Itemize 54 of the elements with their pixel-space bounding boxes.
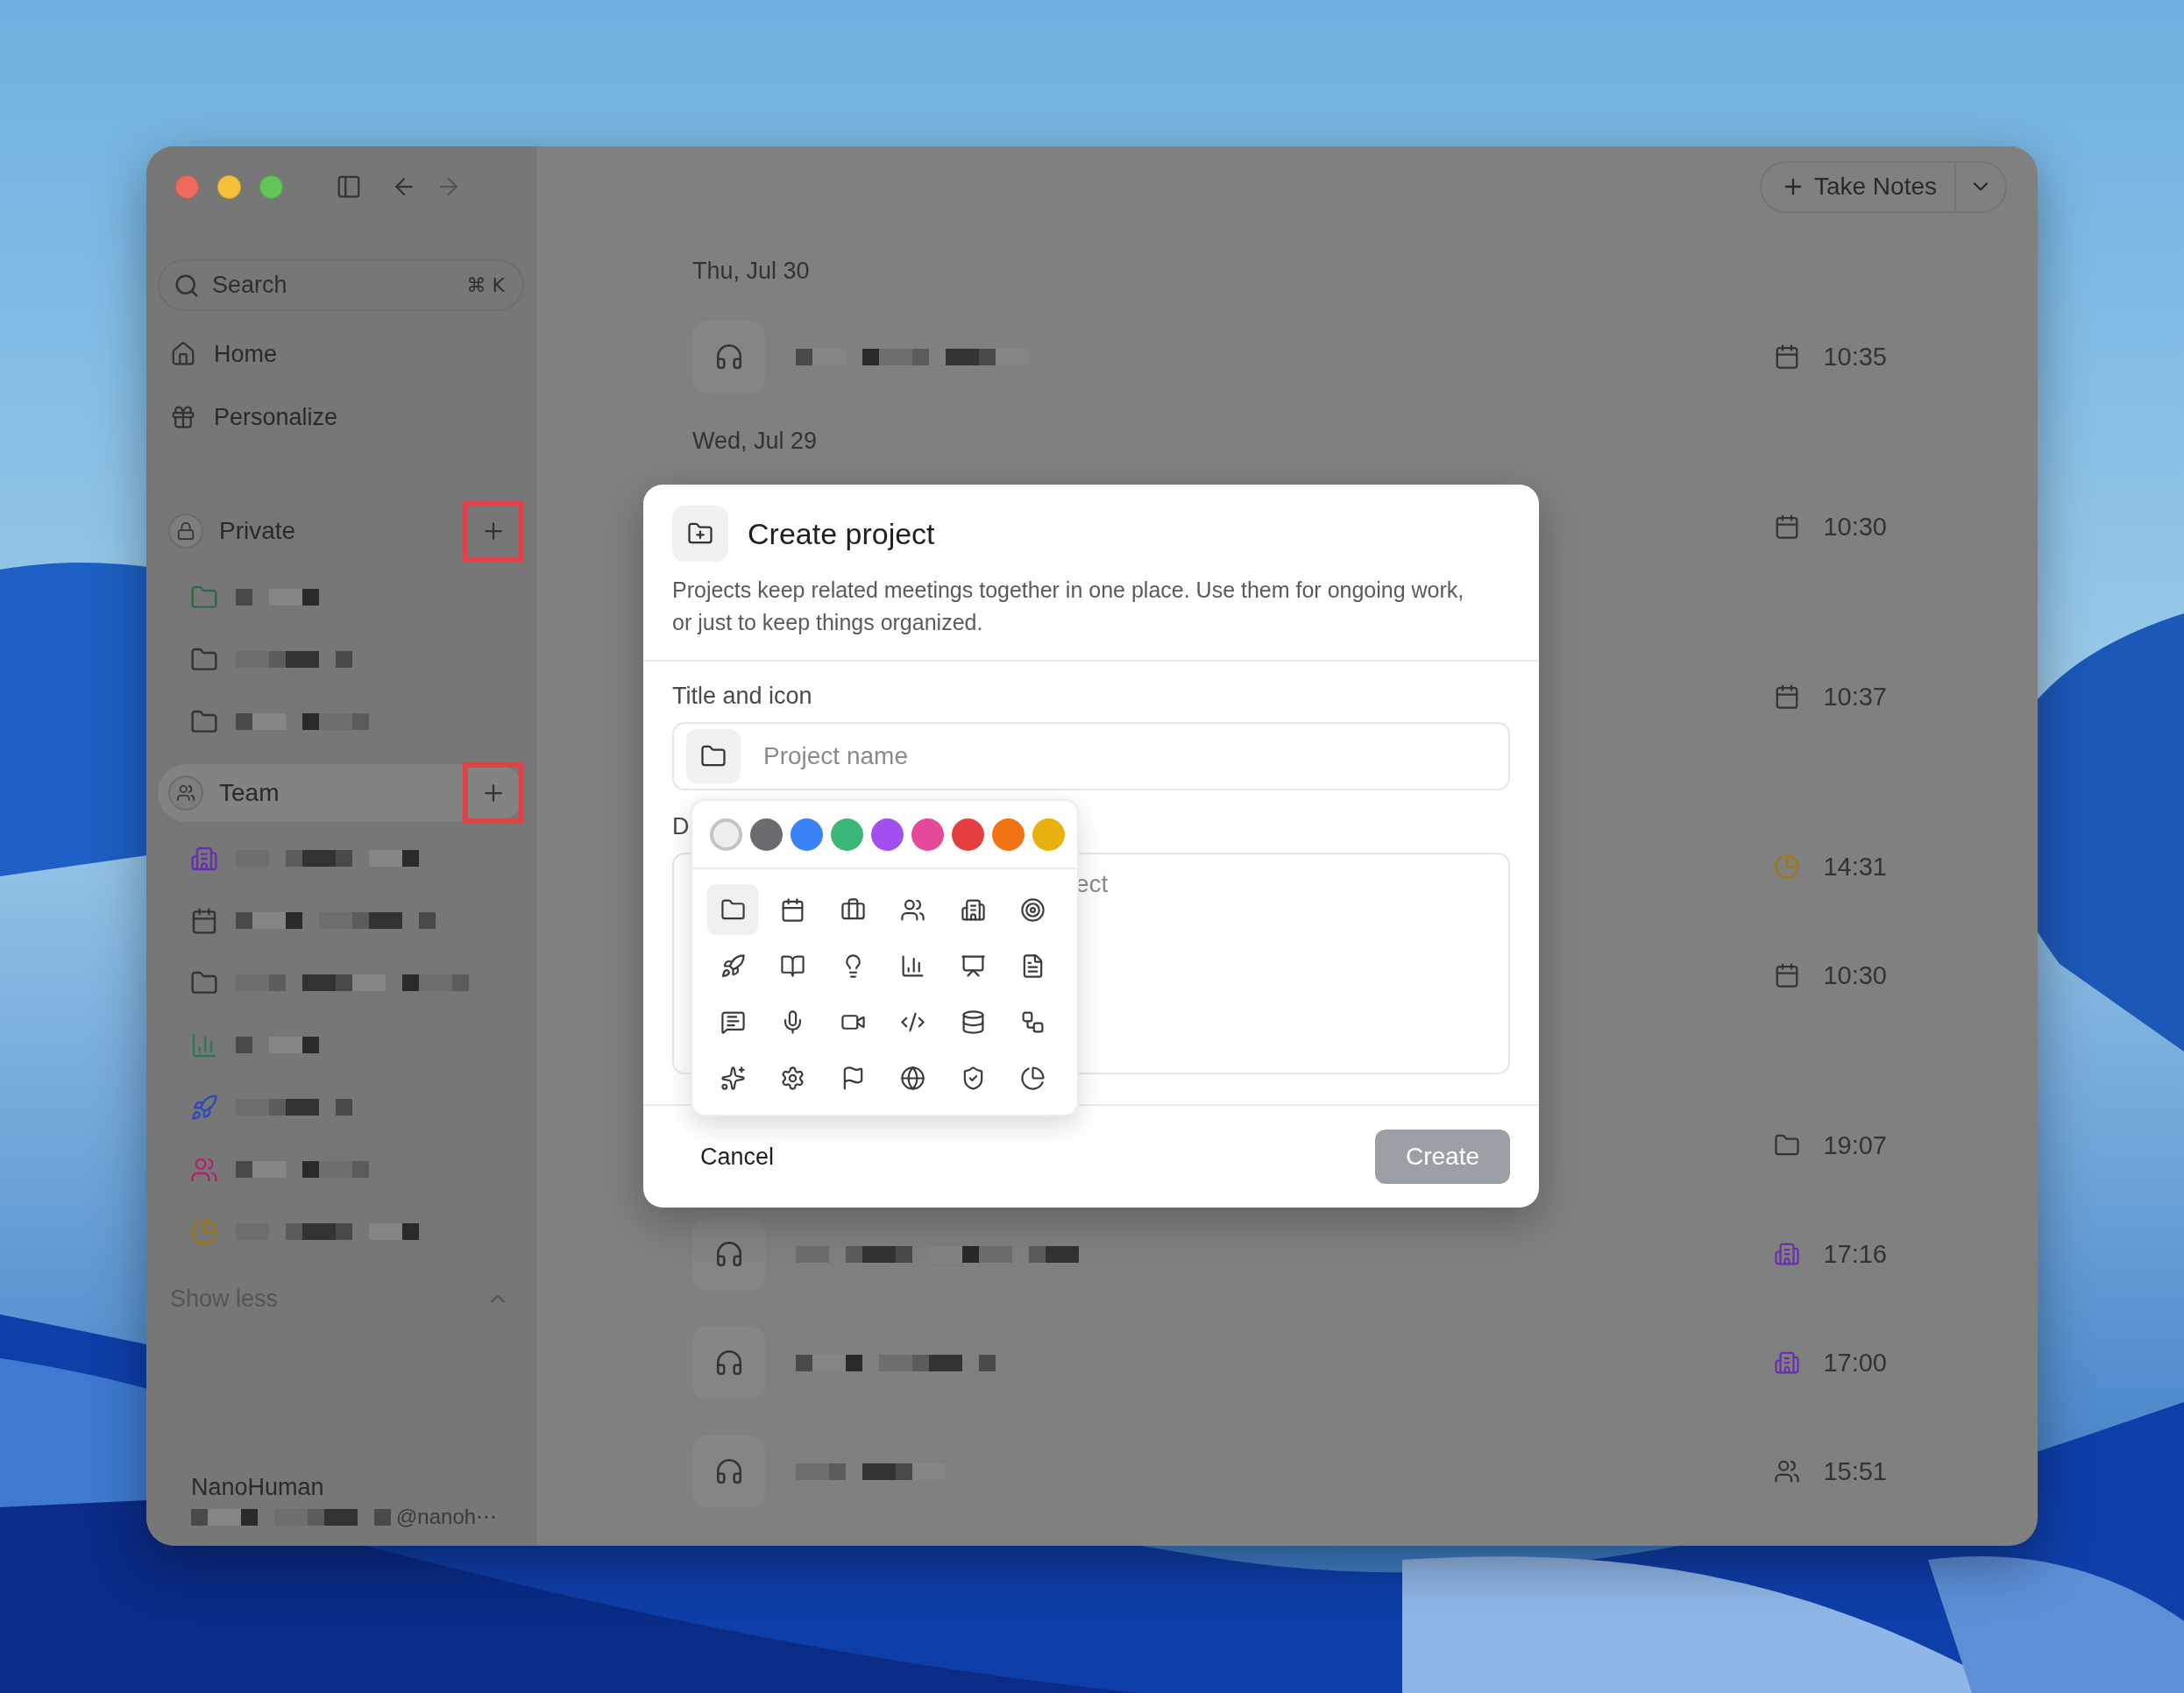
color-swatch[interactable] (911, 818, 944, 851)
take-notes-button[interactable]: Take Notes (1761, 162, 1956, 211)
globe-icon (900, 1065, 925, 1091)
users-icon (176, 783, 195, 803)
meeting-time: 19:07 (1823, 1130, 1887, 1160)
meeting-time: 10:35 (1823, 342, 1887, 372)
project-name-input[interactable]: Project name (762, 741, 1508, 771)
home-icon (170, 341, 196, 367)
cancel-button[interactable]: Cancel (700, 1143, 775, 1171)
color-swatch[interactable] (1032, 818, 1065, 851)
color-swatch[interactable] (952, 818, 984, 851)
calendar-icon (780, 896, 805, 923)
sidebar-item[interactable]: Home (158, 322, 524, 386)
icon-option[interactable] (707, 884, 758, 935)
dialog-description: Projects keep related meetings together in one place. Use them for ongoing work, or just to keep things organized. (672, 577, 1465, 636)
search-field[interactable]: Search ⌘ K (158, 259, 524, 311)
meeting-time: 10:30 (1823, 512, 1887, 542)
meeting-time: 10:37 (1823, 682, 1887, 712)
target-icon (1020, 896, 1046, 923)
calendar-icon[interactable] (190, 906, 218, 935)
lock-icon (176, 521, 195, 541)
icon-picker-button[interactable] (686, 729, 741, 783)
pie-chart-icon (1020, 1065, 1046, 1091)
search-placeholder: Search (212, 272, 288, 299)
dialog-title: Create project (748, 516, 935, 551)
field-label: Title and icon (672, 683, 812, 710)
meeting-time: 10:30 (1823, 960, 1887, 990)
account-email: @nanoh⋯ (396, 1505, 498, 1529)
meeting-time: 17:16 (1823, 1239, 1887, 1269)
meeting-time: 17:00 (1823, 1348, 1887, 1378)
minimize-button[interactable] (217, 174, 241, 199)
settings-icon (780, 1065, 805, 1091)
sidebar-icon (336, 174, 362, 200)
account-name: NanoHuman (191, 1474, 325, 1501)
field-label: D (672, 813, 690, 840)
sparkles-icon (720, 1065, 746, 1091)
gift-icon (170, 404, 196, 430)
sidebar-item[interactable]: Personalize (158, 386, 524, 449)
date-heading: Wed, Jul 29 (692, 428, 818, 454)
color-swatch[interactable] (831, 818, 863, 851)
color-swatch[interactable] (992, 818, 1025, 851)
section-header[interactable]: Private (158, 502, 524, 560)
project-name-field[interactable]: Project name (672, 722, 1510, 790)
color-swatch[interactable] (710, 818, 742, 851)
color-swatch[interactable] (750, 818, 783, 851)
date-heading: Thu, Jul 30 (692, 258, 810, 284)
rocket-icon (720, 953, 746, 979)
sidebar-toggle-button[interactable] (336, 174, 362, 200)
meeting-time: 15:51 (1823, 1456, 1887, 1486)
meeting-time: 14:31 (1823, 852, 1887, 882)
color-swatch[interactable] (871, 818, 904, 851)
color-swatch[interactable] (791, 818, 823, 851)
keyboard-shortcut: ⌘ K (466, 274, 505, 296)
section-header[interactable]: Team (158, 764, 524, 822)
